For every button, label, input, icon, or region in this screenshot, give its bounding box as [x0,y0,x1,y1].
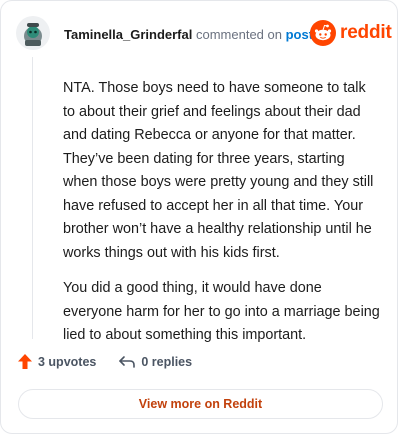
upvote-arrow-icon [18,354,32,369]
reply-button[interactable]: 0 replies [118,355,192,369]
reddit-logo[interactable]: reddit [310,20,392,46]
reddit-comment-card: Taminella_Grinderfal commented on post r… [0,0,398,434]
snoo-avatar-icon [16,16,50,50]
avatar[interactable] [16,16,50,50]
reddit-wordmark: reddit [340,22,392,43]
view-more-button[interactable]: View more on Reddit [18,389,383,419]
thread-line [32,57,33,339]
upvote-button[interactable]: 3 upvotes [17,353,96,370]
upvote-count: 3 upvotes [38,354,97,369]
post-link[interactable]: post [286,27,313,42]
comment-actions: 3 upvotes 0 replies [17,353,192,370]
reddit-snoo-icon [310,20,336,46]
username[interactable]: Taminella_Grinderfal [64,27,192,42]
reply-count: 0 replies [141,354,193,369]
commented-on-text: commented on [195,27,282,42]
comment-paragraph: NTA. Those boys need to have someone to … [63,80,374,261]
reply-arrow-icon [119,355,136,368]
comment-body: NTA. Those boys need to have someone to … [63,77,381,360]
comment-header: Taminella_Grinderfal commented on post [64,27,313,42]
comment-paragraph: You did a good thing, it would have done… [63,280,380,343]
